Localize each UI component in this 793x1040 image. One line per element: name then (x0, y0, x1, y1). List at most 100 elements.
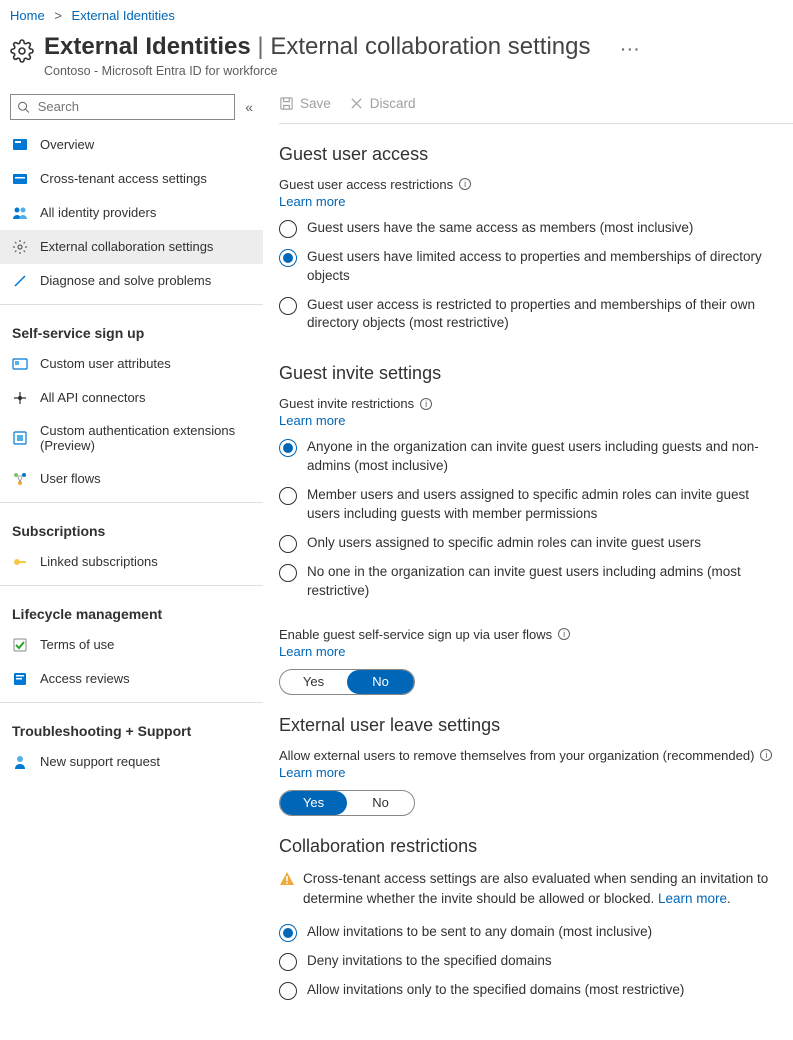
nav-access-reviews[interactable]: Access reviews (0, 662, 263, 696)
gear-icon (12, 239, 28, 255)
nav-diagnose[interactable]: Diagnose and solve problems (0, 264, 263, 298)
info-icon[interactable]: i (459, 178, 471, 190)
leave-learn-more[interactable]: Learn more (279, 765, 777, 780)
guest-invite-section: Guest invite settings Guest invite restr… (263, 343, 793, 694)
radio-icon (279, 297, 297, 315)
connector-icon (12, 390, 28, 406)
sidebar: « Overview Cross-tenant access settings … (0, 88, 263, 1040)
page-header: External Identities | External collabora… (0, 29, 793, 88)
nav-external-collaboration[interactable]: External collaboration settings (0, 230, 263, 264)
warning-icon (279, 871, 295, 887)
sidebar-search[interactable] (10, 94, 235, 120)
collapse-sidebar-icon[interactable]: « (245, 99, 253, 115)
page-title: External Identities | External collabora… (44, 33, 641, 62)
guest-invite-opt2[interactable]: Member users and users assigned to speci… (279, 486, 777, 524)
info-icon[interactable]: i (558, 628, 570, 640)
guest-invite-label: Guest invite restrictions i (279, 396, 777, 411)
nav-label: External collaboration settings (40, 239, 213, 255)
gear-icon (10, 39, 34, 63)
radio-label: Allow invitations only to the specified … (307, 981, 684, 1000)
toggle-no[interactable]: No (347, 791, 414, 815)
collab-opt2[interactable]: Deny invitations to the specified domain… (279, 952, 777, 971)
nav-custom-auth[interactable]: Custom authentication extensions (Previe… (0, 415, 263, 462)
radio-icon (279, 487, 297, 505)
nav-custom-attrs[interactable]: Custom user attributes (0, 347, 263, 381)
nav-api-connectors[interactable]: All API connectors (0, 381, 263, 415)
guest-invite-opt1[interactable]: Anyone in the organization can invite gu… (279, 438, 777, 476)
guest-access-opt3[interactable]: Guest user access is restricted to prope… (279, 296, 777, 334)
section-lifecycle: Lifecycle management (0, 588, 263, 628)
guest-access-section: Guest user access Guest user access rest… (263, 124, 793, 334)
guest-access-opt1[interactable]: Guest users have the same access as memb… (279, 219, 777, 238)
toggle-no[interactable]: No (347, 670, 414, 694)
nav-label: User flows (40, 471, 101, 487)
collab-warning: Cross-tenant access settings are also ev… (279, 869, 777, 910)
nav-label: Linked subscriptions (40, 554, 158, 570)
guest-invite-learn-more[interactable]: Learn more (279, 413, 777, 428)
search-icon (17, 100, 30, 114)
guest-invite-heading: Guest invite settings (279, 363, 777, 384)
breadcrumb-separator: > (54, 8, 62, 23)
breadcrumb-home[interactable]: Home (10, 8, 45, 23)
nav-label: Diagnose and solve problems (40, 273, 211, 289)
discard-icon (349, 96, 364, 111)
card-icon (12, 356, 28, 372)
people-icon (12, 205, 28, 221)
flow-icon (12, 471, 28, 487)
self-service-toggle[interactable]: Yes No (279, 669, 415, 695)
radio-icon (279, 535, 297, 553)
collab-opt1[interactable]: Allow invitations to be sent to any doma… (279, 923, 777, 942)
org-subtitle: Contoso - Microsoft Entra ID for workfor… (44, 64, 641, 78)
leave-toggle[interactable]: Yes No (279, 790, 415, 816)
more-actions[interactable]: ··· (621, 41, 641, 57)
overview-icon (12, 137, 28, 153)
toggle-yes[interactable]: Yes (280, 791, 347, 815)
radio-label: Guest users have the same access as memb… (307, 219, 693, 238)
radio-icon (279, 953, 297, 971)
check-icon (12, 637, 28, 653)
collab-warn-learn-more[interactable]: Learn more (658, 891, 727, 906)
guest-access-opt2[interactable]: Guest users have limited access to prope… (279, 248, 777, 286)
guest-access-learn-more[interactable]: Learn more (279, 194, 777, 209)
nav-new-support[interactable]: New support request (0, 745, 263, 779)
guest-invite-opt3[interactable]: Only users assigned to specific admin ro… (279, 534, 777, 553)
discard-button[interactable]: Discard (349, 96, 416, 111)
cross-tenant-icon (12, 171, 28, 187)
search-input[interactable] (36, 98, 228, 115)
save-button[interactable]: Save (279, 96, 331, 111)
nav-terms[interactable]: Terms of use (0, 628, 263, 662)
toggle-yes[interactable]: Yes (280, 670, 347, 694)
leave-label: Allow external users to remove themselve… (279, 748, 777, 763)
section-self-service: Self-service sign up (0, 307, 263, 347)
radio-icon (279, 982, 297, 1000)
nav-cross-tenant[interactable]: Cross-tenant access settings (0, 162, 263, 196)
nav-label: All API connectors (40, 390, 146, 406)
nav-label: New support request (40, 754, 160, 770)
breadcrumb-external-identities[interactable]: External Identities (72, 8, 175, 23)
radio-label: Guest users have limited access to prope… (307, 248, 777, 286)
nav-linked-subs[interactable]: Linked subscriptions (0, 545, 263, 579)
nav-label: Access reviews (40, 671, 130, 687)
guest-invite-opt4[interactable]: No one in the organization can invite gu… (279, 563, 777, 601)
collab-opt3[interactable]: Allow invitations only to the specified … (279, 981, 777, 1000)
main-content: Save Discard Guest user access Guest use… (263, 88, 793, 1040)
self-service-label: Enable guest self-service sign up via us… (279, 627, 777, 642)
key-icon (12, 554, 28, 570)
radio-label: No one in the organization can invite gu… (307, 563, 777, 601)
nav-identity-providers[interactable]: All identity providers (0, 196, 263, 230)
info-icon[interactable]: i (420, 398, 432, 410)
nav-label: Terms of use (40, 637, 114, 653)
radio-icon (279, 924, 297, 942)
guest-access-heading: Guest user access (279, 144, 777, 165)
nav-overview[interactable]: Overview (0, 128, 263, 162)
self-service-learn-more[interactable]: Learn more (279, 644, 777, 659)
radio-label: Allow invitations to be sent to any doma… (307, 923, 652, 942)
discard-label: Discard (370, 96, 416, 111)
guest-access-label: Guest user access restrictions i (279, 177, 777, 192)
info-icon[interactable]: i (760, 749, 772, 761)
save-icon (279, 96, 294, 111)
extension-icon (12, 430, 28, 446)
collab-heading: Collaboration restrictions (279, 836, 777, 857)
command-bar: Save Discard (279, 88, 793, 124)
nav-user-flows[interactable]: User flows (0, 462, 263, 496)
